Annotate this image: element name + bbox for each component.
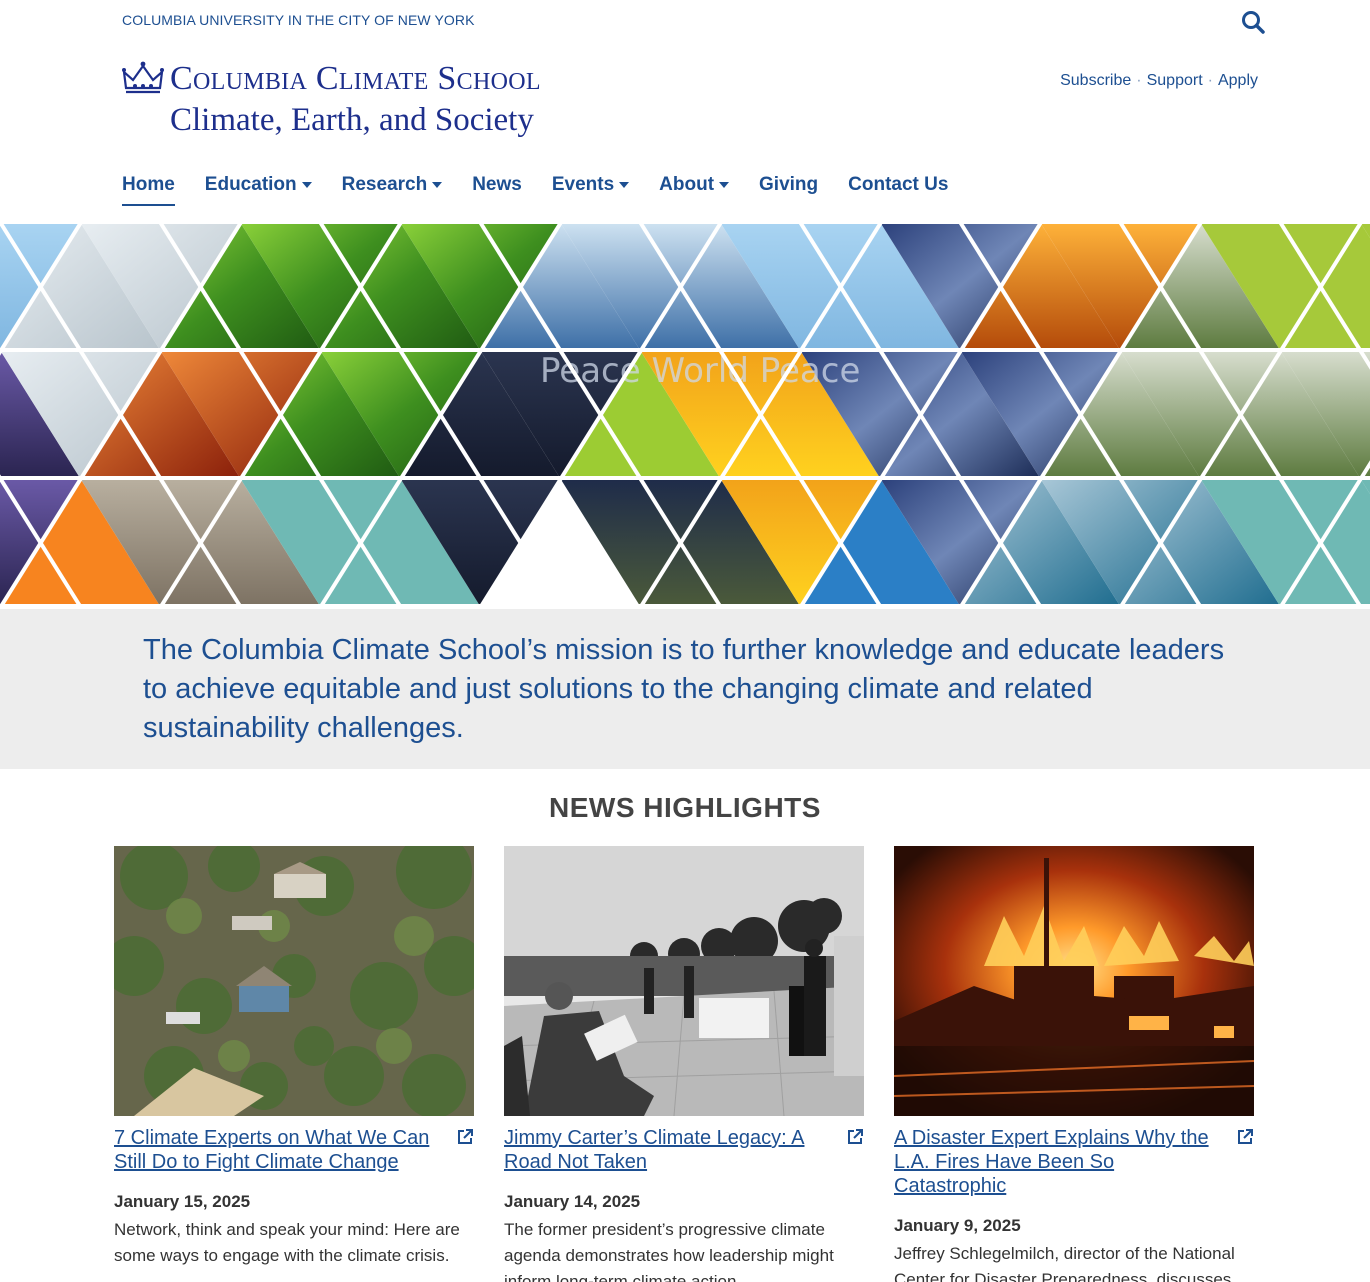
- nav-about[interactable]: About: [659, 174, 730, 204]
- nav-label: About: [659, 174, 715, 195]
- top-bar: COLUMBIA UNIVERSITY IN THE CITY OF NEW Y…: [0, 0, 1370, 44]
- utility-links: Subscribe · Support · Apply: [1060, 72, 1258, 90]
- news-date: January 15, 2025: [114, 1192, 251, 1211]
- hero-collage: Peace World Peace: [0, 222, 1370, 608]
- external-link-icon[interactable]: [456, 1128, 474, 1146]
- crown-icon: [122, 60, 164, 96]
- mission-band: The Columbia Climate School’s mission is…: [0, 609, 1370, 769]
- collage-peace-text: Peace World Peace: [540, 351, 860, 391]
- support-link[interactable]: Support: [1147, 72, 1203, 89]
- separator: ·: [1136, 72, 1142, 89]
- news-image-fire[interactable]: [894, 846, 1254, 1116]
- site-logo[interactable]: Columbia Climate School Climate, Earth, …: [122, 58, 642, 146]
- chevron-down-icon: [432, 182, 443, 188]
- brand-subtitle: Climate, Earth, and Society: [170, 102, 534, 138]
- news-highlights-heading: NEWS HIGHLIGHTS: [549, 792, 821, 823]
- nav-giving[interactable]: Giving: [759, 174, 818, 204]
- news-image-carter[interactable]: [504, 846, 864, 1116]
- news-card: 7 Climate Experts on What We Can Still D…: [114, 846, 474, 1269]
- nav-label: Events: [551, 174, 615, 195]
- apply-link[interactable]: Apply: [1218, 72, 1258, 89]
- chevron-down-icon: [719, 182, 730, 188]
- news-title-link[interactable]: Jimmy Carter’s Climate Legacy: A Road No…: [504, 1126, 828, 1174]
- triangle-collage-image: Peace World Peace: [0, 222, 1370, 608]
- news-image-flood[interactable]: [114, 846, 474, 1116]
- news-excerpt: The former president’s progressive clima…: [504, 1220, 834, 1282]
- nav-label: Education: [204, 174, 297, 195]
- mission-statement: The Columbia Climate School’s mission is…: [143, 634, 1225, 744]
- subscribe-link[interactable]: Subscribe: [1060, 72, 1131, 89]
- nav-education[interactable]: Education: [205, 174, 312, 204]
- news-title-row: Jimmy Carter’s Climate Legacy: A Road No…: [504, 1126, 864, 1174]
- nav-label: Contact Us: [848, 174, 949, 195]
- news-excerpt: Jeffrey Schlegelmilch, director of the N…: [894, 1244, 1235, 1282]
- news-title-link[interactable]: 7 Climate Experts on What We Can Still D…: [114, 1126, 438, 1174]
- brand-title: Columbia Climate School: [170, 60, 541, 97]
- news-card: Jimmy Carter’s Climate Legacy: A Road No…: [504, 846, 864, 1282]
- search-icon[interactable]: [1240, 9, 1268, 37]
- nav-label: News: [472, 174, 522, 195]
- chevron-down-icon: [301, 182, 312, 188]
- nav-label: Giving: [759, 174, 819, 195]
- news-title-link[interactable]: A Disaster Expert Explains Why the L.A. …: [894, 1126, 1218, 1198]
- nav-events[interactable]: Events: [551, 174, 630, 204]
- news-date: January 9, 2025: [894, 1216, 1021, 1235]
- nav-research[interactable]: Research: [342, 174, 443, 204]
- news-date: January 14, 2025: [504, 1192, 641, 1211]
- nav-label: Research: [341, 174, 428, 195]
- news-card: A Disaster Expert Explains Why the L.A. …: [894, 846, 1254, 1282]
- separator: ·: [1207, 72, 1213, 89]
- news-title-row: 7 Climate Experts on What We Can Still D…: [114, 1126, 474, 1174]
- nav-label: Home: [122, 174, 175, 195]
- news-excerpt: Network, think and speak your mind: Here…: [114, 1220, 460, 1265]
- external-link-icon[interactable]: [1236, 1128, 1254, 1146]
- nav-contact-us[interactable]: Contact Us: [848, 174, 948, 204]
- nav-news[interactable]: News: [472, 174, 522, 204]
- chevron-down-icon: [619, 182, 630, 188]
- external-link-icon[interactable]: [846, 1128, 864, 1146]
- university-link[interactable]: COLUMBIA UNIVERSITY IN THE CITY OF NEW Y…: [122, 12, 475, 28]
- news-title-row: A Disaster Expert Explains Why the L.A. …: [894, 1126, 1254, 1198]
- main-nav: Home Education Research News Events Abou…: [122, 174, 948, 206]
- nav-home[interactable]: Home: [122, 174, 175, 206]
